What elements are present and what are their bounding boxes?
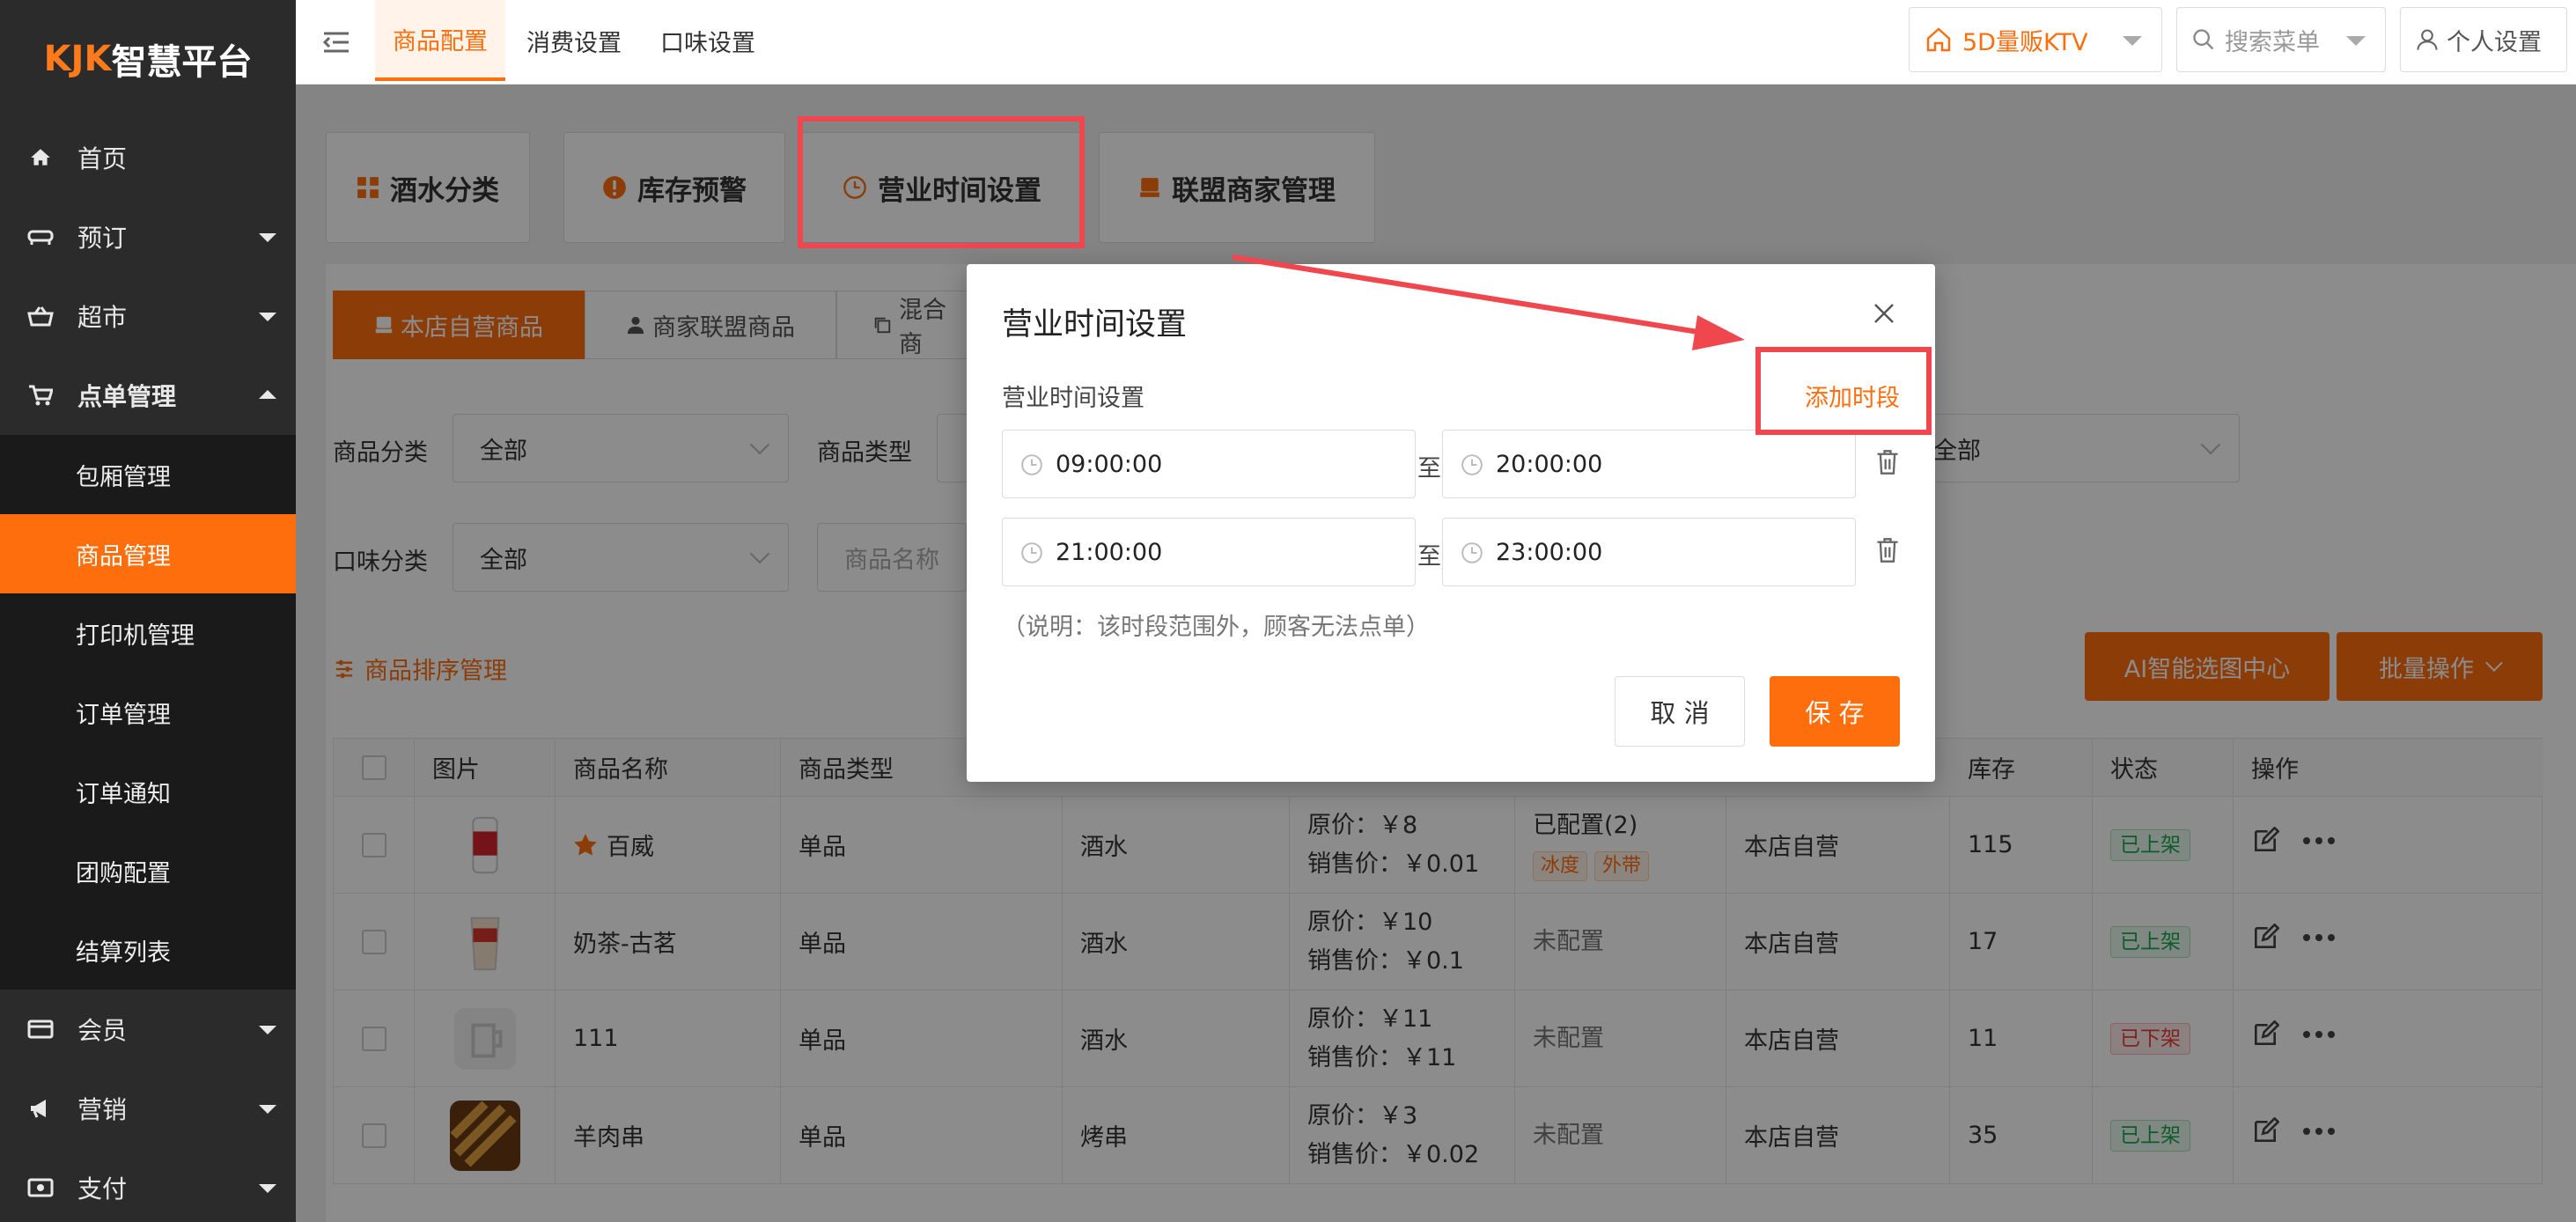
slot-1-to-label: 至 (1417, 455, 1441, 482)
sidebar-item-booking[interactable]: 预订 (0, 197, 296, 276)
cart-icon (25, 379, 56, 411)
business-hours-dialog: 营业时间设置 营业时间设置 添加时段 09:00:00 至 20:00:00 2… (967, 264, 1935, 782)
sidebar-item-label: 营销 (77, 1095, 128, 1124)
logo[interactable]: KJK 智慧平台 (0, 0, 296, 118)
submenu-item-settlement[interactable]: 结算列表 (0, 910, 296, 990)
chevron-down-icon (2346, 36, 2366, 46)
sidebar-item-order-management[interactable]: 点单管理 (0, 356, 296, 435)
sidebar-item-label: 点单管理 (77, 382, 177, 411)
store-selector[interactable]: 5D量贩KTV (1909, 7, 2162, 72)
tab-consumption-settings[interactable]: 消费设置 (526, 0, 622, 81)
menu-search[interactable]: 搜索菜单 (2176, 7, 2386, 72)
menu-collapse-icon[interactable] (320, 26, 352, 58)
sidebar-item-marketing[interactable]: 营销 (0, 1069, 296, 1148)
home-icon (25, 142, 56, 173)
close-icon[interactable] (1868, 298, 1900, 329)
chevron-down-icon (259, 1105, 276, 1114)
slot-1-start-value: 09:00:00 (1056, 450, 1163, 478)
topbar: 商品配置 消费设置 口味设置 5D量贩KTV 搜索菜单 个人设置 (296, 0, 2576, 85)
sidebar-item-payment[interactable]: 支付 (0, 1148, 296, 1222)
highlight-add-time-slot (1755, 347, 1932, 435)
personal-settings-button[interactable]: 个人设置 (2400, 7, 2567, 72)
sidebar-item-label: 会员 (77, 1016, 128, 1045)
chevron-down-icon (2123, 36, 2142, 46)
slot-2-to-label: 至 (1417, 543, 1441, 571)
slot-2-end-input[interactable]: 23:00:00 (1442, 518, 1856, 586)
sidebar-item-label: 支付 (77, 1174, 128, 1204)
slot-2-end-value: 23:00:00 (1496, 538, 1603, 566)
slot-1-start-input[interactable]: 09:00:00 (1002, 430, 1416, 498)
order-submenu: 包厢管理 商品管理 打印机管理 订单管理 订单通知 团购配置 结算列表 (0, 435, 296, 990)
logo-mark: KJK (43, 39, 112, 79)
user-icon (2415, 26, 2440, 53)
clock-icon (1020, 541, 1043, 564)
submenu-item-orders[interactable]: 订单管理 (0, 673, 296, 752)
sidebar-item-members[interactable]: 会员 (0, 990, 296, 1069)
submenu-item-group-buy[interactable]: 团购配置 (0, 831, 296, 910)
money-icon (25, 1172, 56, 1204)
search-placeholder: 搜索菜单 (2225, 28, 2320, 56)
chevron-up-icon (259, 390, 276, 399)
tab-product-config[interactable]: 商品配置 (375, 0, 505, 81)
clock-icon (1020, 453, 1043, 476)
cancel-button[interactable]: 取 消 (1615, 676, 1745, 747)
chevron-down-icon (259, 313, 276, 321)
megaphone-icon (25, 1093, 56, 1124)
slot-2-start-input[interactable]: 21:00:00 (1002, 518, 1416, 586)
clock-icon (1461, 453, 1483, 476)
home-outline-icon (1924, 26, 1954, 54)
dialog-title: 营业时间设置 (1002, 307, 1188, 342)
personal-settings-label: 个人设置 (2447, 28, 2542, 56)
delete-slot-2-icon[interactable] (1875, 537, 1902, 565)
store-name: 5D量贩KTV (1962, 28, 2088, 56)
chevron-down-icon (259, 1184, 276, 1193)
sofa-icon (25, 221, 56, 253)
slot-1-end-input[interactable]: 20:00:00 (1442, 430, 1856, 498)
delete-slot-1-icon[interactable] (1875, 449, 1902, 477)
search-icon (2191, 27, 2216, 52)
sidebar-item-label: 超市 (77, 303, 128, 332)
sidebar-item-home[interactable]: 首页 (0, 118, 296, 197)
dialog-note: （说明：该时段范围外，顾客无法点单） (1002, 614, 1430, 641)
chevron-down-icon (259, 233, 276, 242)
card-icon (25, 1013, 56, 1045)
dialog-subtitle: 营业时间设置 (1002, 385, 1144, 412)
slot-1-end-value: 20:00:00 (1496, 450, 1603, 478)
clock-icon (1461, 541, 1483, 564)
sidebar: KJK 智慧平台 首页 预订 超市 点单管理 包厢管理 商品管理 打印机管理 订… (0, 0, 296, 1222)
submenu-item-products[interactable]: 商品管理 (0, 514, 296, 593)
logo-text: 智慧平台 (111, 42, 253, 83)
basket-icon (25, 300, 56, 332)
chevron-down-icon (259, 1026, 276, 1034)
sidebar-item-supermarket[interactable]: 超市 (0, 276, 296, 356)
sidebar-item-label: 预订 (77, 224, 128, 253)
slot-2-start-value: 21:00:00 (1056, 538, 1163, 566)
submenu-item-order-notify[interactable]: 订单通知 (0, 752, 296, 831)
submenu-item-rooms[interactable]: 包厢管理 (0, 435, 296, 514)
highlight-business-hours-tab (798, 116, 1085, 248)
submenu-item-printers[interactable]: 打印机管理 (0, 593, 296, 673)
sidebar-item-label: 首页 (77, 144, 128, 173)
save-button[interactable]: 保 存 (1770, 676, 1900, 747)
tab-flavor-settings[interactable]: 口味设置 (660, 0, 755, 81)
